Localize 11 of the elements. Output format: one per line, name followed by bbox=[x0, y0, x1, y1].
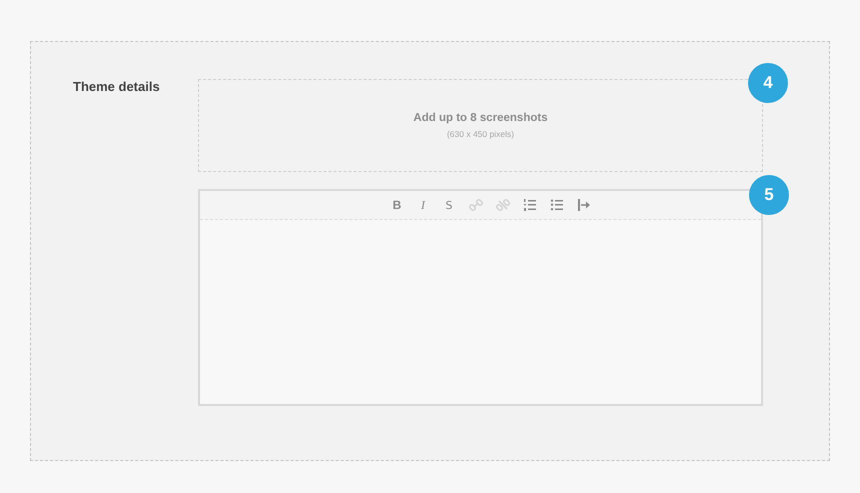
strikethrough-button[interactable]: S bbox=[442, 198, 456, 212]
dropzone-title: Add up to 8 screenshots bbox=[413, 112, 548, 124]
bold-button[interactable]: B bbox=[390, 198, 404, 212]
bullet-list-icon[interactable] bbox=[550, 198, 564, 212]
numbered-list-icon[interactable] bbox=[522, 198, 536, 212]
italic-button[interactable]: I bbox=[416, 198, 430, 212]
section-label: Theme details bbox=[73, 79, 161, 96]
step-badge: 4 bbox=[748, 63, 788, 103]
step-badge: 5 bbox=[749, 175, 789, 215]
indent-icon[interactable] bbox=[576, 198, 590, 212]
dropzone-hint: (630 x 450 pixels) bbox=[446, 129, 514, 139]
